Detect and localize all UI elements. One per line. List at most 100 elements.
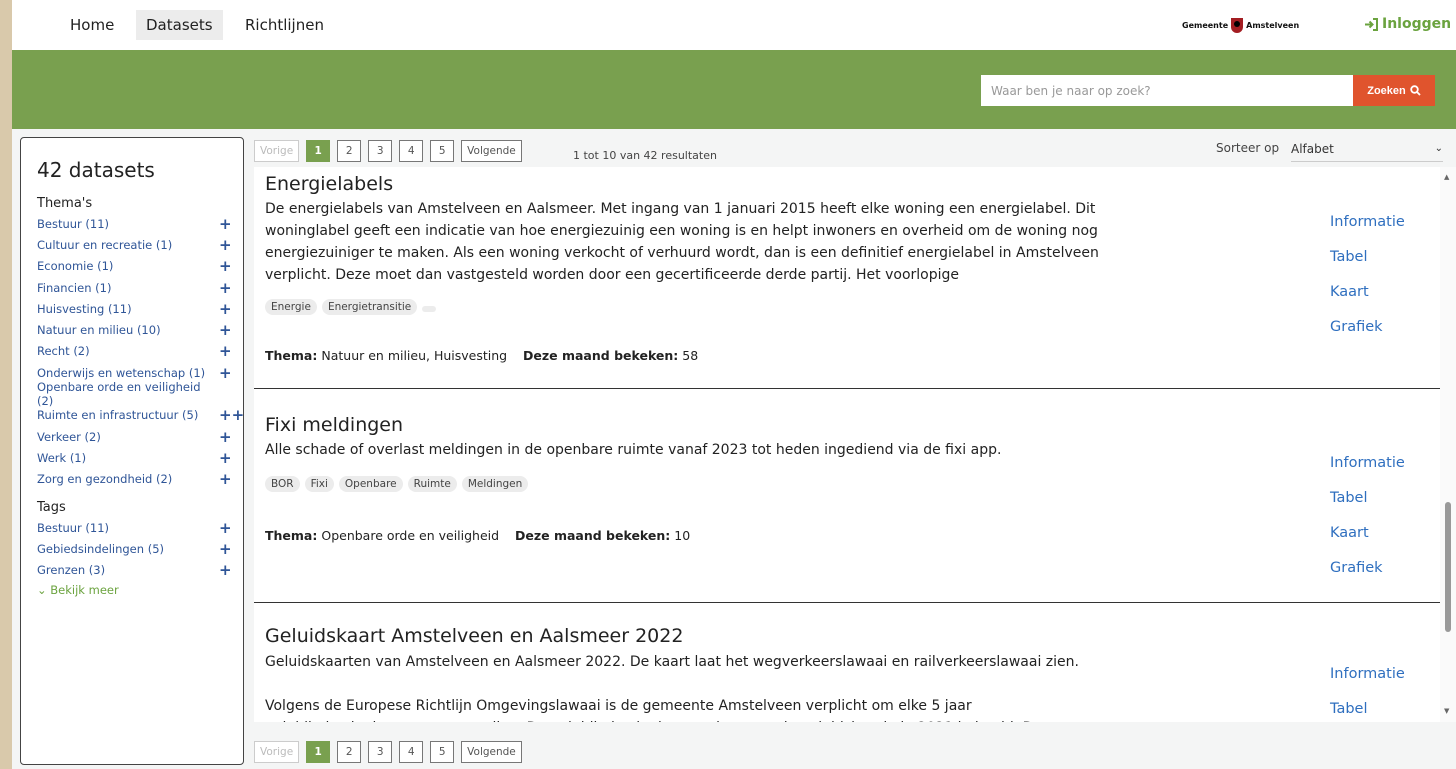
nav-home[interactable]: Home: [60, 10, 124, 40]
page-button-5[interactable]: 5: [430, 140, 455, 162]
plus-icon[interactable]: +: [219, 470, 232, 488]
facet-item[interactable]: Openbare orde en veiligheid (2): [37, 380, 229, 408]
facet-label: Economie (1): [37, 259, 114, 274]
sign-in-icon: [1365, 17, 1378, 31]
page-button-3[interactable]: 3: [368, 140, 393, 162]
page-button-2[interactable]: 2: [337, 741, 362, 763]
search-button-label: Zoeken: [1367, 84, 1406, 97]
tag-chip[interactable]: Energietransitie: [321, 299, 418, 315]
browser-frame: Home Datasets Richtlijnen Gemeente Amste…: [12, 0, 1456, 769]
theme-label: Thema:: [265, 528, 318, 543]
scrollbar-thumb[interactable]: [1445, 502, 1451, 632]
plus-icon[interactable]: +: [219, 236, 232, 254]
facet-item[interactable]: Economie (1) +: [37, 256, 232, 277]
facet-item[interactable]: Huisvesting (11) +: [37, 298, 232, 319]
info-link[interactable]: Informatie: [1330, 666, 1405, 701]
search-banner: Zoeken: [12, 50, 1456, 129]
next-page-button[interactable]: Volgende: [461, 140, 522, 162]
facet-label: Ruimte en infrastructuur (5): [37, 408, 199, 423]
results-list: Energielabels De energielabels van Amste…: [254, 167, 1440, 722]
table-link[interactable]: Tabel: [1330, 249, 1405, 284]
result-description: Geluidskaarten van Amstelveen en Aalsmee…: [265, 654, 1079, 670]
info-link[interactable]: Informatie: [1330, 214, 1405, 249]
plus-icon[interactable]: +: [219, 540, 232, 558]
tag-chip-empty: [422, 306, 437, 312]
search-input[interactable]: [981, 75, 1353, 106]
chevron-down-icon: ⌄: [1434, 143, 1443, 154]
nav-richtlijnen[interactable]: Richtlijnen: [235, 10, 334, 40]
facet-item[interactable]: Bestuur (11) +: [37, 517, 232, 538]
result-description: De energielabels van Amstelveen en Aalsm…: [265, 201, 1099, 283]
tags-list: Bestuur (11) + Gebiedsindelingen (5) + Grenz…: [37, 517, 232, 581]
result-tags: BOR Fixi Openbare Ruimte Meldingen: [265, 476, 529, 492]
facet-item[interactable]: Gebiedsindelingen (5) +: [37, 538, 232, 559]
pagination-top: Vorige 1 2 3 4 5 Volgende: [254, 140, 522, 162]
facet-item[interactable]: Werk (1) +: [37, 447, 232, 468]
themes-list: Bestuur (11) + Cultuur en recreatie (1) + Ec…: [37, 213, 244, 490]
plus-icon[interactable]: +: [219, 561, 232, 579]
plus-icon[interactable]: +: [219, 300, 232, 318]
page-button-4[interactable]: 4: [399, 140, 424, 162]
plus-icon[interactable]: ++: [219, 406, 244, 424]
tag-chip[interactable]: Openbare: [338, 476, 403, 492]
page-button-5[interactable]: 5: [430, 741, 455, 763]
table-link[interactable]: Tabel: [1330, 701, 1405, 722]
prev-page-button[interactable]: Vorige: [254, 140, 300, 162]
result-meta: Thema: Natuur en milieu, Huisvesting Dez…: [265, 348, 698, 363]
plus-icon[interactable]: +: [219, 257, 232, 275]
prev-page-button[interactable]: Vorige: [254, 741, 300, 763]
tag-chip[interactable]: BOR: [265, 476, 300, 492]
map-link[interactable]: Kaart: [1330, 525, 1405, 560]
scroll-down-icon[interactable]: ▼: [1444, 707, 1449, 715]
page-button-3[interactable]: 3: [368, 741, 393, 763]
map-link[interactable]: Kaart: [1330, 284, 1405, 319]
chart-link[interactable]: Grafiek: [1330, 319, 1405, 354]
nav-datasets[interactable]: Datasets: [136, 10, 223, 40]
facet-item[interactable]: Bestuur (11) +: [37, 213, 232, 234]
plus-icon[interactable]: +: [219, 321, 232, 339]
plus-icon[interactable]: +: [219, 519, 232, 537]
facet-item[interactable]: Natuur en milieu (10) +: [37, 319, 232, 340]
tag-chip[interactable]: Meldingen: [461, 476, 529, 492]
results-count: 1 tot 10 van 42 resultaten: [573, 149, 717, 162]
sort-select[interactable]: Alfabet ⌄: [1291, 136, 1443, 162]
next-page-button[interactable]: Volgende: [461, 741, 522, 763]
plus-icon[interactable]: +: [219, 449, 232, 467]
scroll-up-icon[interactable]: ▲: [1444, 173, 1449, 181]
plus-icon[interactable]: +: [219, 428, 232, 446]
show-more-link[interactable]: ⌄ Bekijk meer: [37, 583, 229, 597]
search-button[interactable]: Zoeken: [1353, 75, 1435, 106]
table-link[interactable]: Tabel: [1330, 490, 1405, 525]
plus-icon[interactable]: +: [219, 279, 232, 297]
page-button-2[interactable]: 2: [337, 140, 362, 162]
facet-item[interactable]: Cultuur en recreatie (1) +: [37, 234, 232, 255]
page-button-1[interactable]: 1: [306, 741, 331, 763]
facet-item[interactable]: Grenzen (3) +: [37, 559, 232, 580]
municipality-logo[interactable]: Gemeente Amstelveen: [1182, 16, 1299, 34]
tag-chip[interactable]: Fixi: [304, 476, 334, 492]
plus-icon[interactable]: +: [219, 364, 232, 382]
info-link[interactable]: Informatie: [1330, 455, 1405, 490]
facet-item[interactable]: Recht (2) +: [37, 341, 232, 362]
pagination-bottom: Vorige 1 2 3 4 5 Volgende: [254, 741, 522, 763]
coat-of-arms-icon: [1231, 17, 1244, 33]
views-label: Deze maand bekeken:: [515, 528, 671, 543]
page-button-4[interactable]: 4: [399, 741, 424, 763]
result-item: Geluidskaart Amstelveen en Aalsmeer 2022…: [254, 603, 1440, 722]
result-title[interactable]: Geluidskaart Amstelveen en Aalsmeer 2022: [265, 625, 683, 647]
result-title[interactable]: Fixi meldingen: [265, 414, 403, 436]
tag-chip[interactable]: Ruimte: [407, 476, 457, 492]
page-button-1[interactable]: 1: [306, 140, 331, 162]
result-title[interactable]: Energielabels: [265, 173, 393, 195]
login-button[interactable]: Inloggen: [1364, 16, 1451, 32]
logo-text-2: Amstelveen: [1246, 20, 1300, 30]
plus-icon[interactable]: +: [219, 215, 232, 233]
chart-link[interactable]: Grafiek: [1330, 560, 1405, 595]
tag-chip[interactable]: Energie: [265, 299, 317, 315]
facet-label: Grenzen (3): [37, 563, 106, 578]
facet-item[interactable]: Verkeer (2) +: [37, 426, 232, 447]
facet-item[interactable]: Financien (1) +: [37, 277, 232, 298]
plus-icon[interactable]: +: [219, 342, 232, 360]
results-scrollbar[interactable]: ▲ ▼: [1440, 167, 1456, 722]
facet-item[interactable]: Zorg en gezondheid (2) +: [37, 469, 232, 490]
